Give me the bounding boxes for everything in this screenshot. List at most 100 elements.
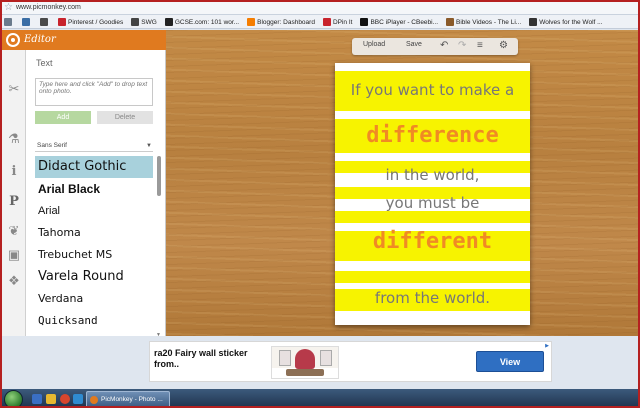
media-icon[interactable] xyxy=(73,394,83,404)
frame-icon[interactable]: ▣ xyxy=(5,246,23,264)
text-panel: Text Add Delete Sans Serif ▼ Didact Goth… xyxy=(26,50,166,338)
delete-button[interactable]: Delete xyxy=(97,111,153,124)
undo-icon[interactable]: ↶ xyxy=(440,39,448,53)
bookmark-favicon-icon xyxy=(164,18,173,26)
bookmark-label: SWG xyxy=(141,18,157,26)
bookmark-favicon-icon xyxy=(4,18,12,26)
text-p-icon[interactable]: P xyxy=(5,193,23,211)
chrome-icon[interactable] xyxy=(60,394,70,404)
bookmark-item[interactable]: Pinterest / Goodies xyxy=(56,15,124,28)
gear-icon[interactable]: ⚙ xyxy=(499,39,508,53)
editor-toolbar: Upload Save ↶ ↷ ≡ ⚙ xyxy=(352,38,518,55)
save-button[interactable]: Save xyxy=(406,41,422,48)
font-item[interactable]: Tahoma xyxy=(35,222,153,244)
bookmark-favicon-icon xyxy=(322,18,331,26)
text-tool-icon[interactable]: i xyxy=(5,163,23,181)
panel-label: Text xyxy=(36,58,53,68)
font-item[interactable]: Varela Round xyxy=(35,266,153,288)
taskbar-picmonkey[interactable]: PicMonkey - Photo ... xyxy=(86,391,170,406)
bookmark-label: DPin It xyxy=(332,18,353,26)
ad-sofa xyxy=(286,369,324,376)
ad-text[interactable]: ra20 Fairy wall sticker from.. xyxy=(154,348,266,370)
font-list: Didact Gothic Arial Black Arial Tahoma Trebu… xyxy=(35,156,153,334)
star-icon[interactable]: ☆ xyxy=(4,2,13,14)
ad-frame-left xyxy=(279,350,291,366)
browser-window: ☆ www.picmonkey.com Pinterest / Goodies S… xyxy=(0,0,640,408)
bookmark-item[interactable] xyxy=(20,15,32,28)
upload-button[interactable]: Upload xyxy=(363,41,385,48)
bookmarks-bar: Pinterest / Goodies SWG GCSE.com: 101 wor.… xyxy=(2,15,638,29)
bookmark-label: GCSE.com: 101 wor... xyxy=(174,18,240,26)
bookmark-favicon-icon xyxy=(131,18,140,26)
bookmark-label: Pinterest / Goodies xyxy=(68,18,124,26)
yellow-stripe xyxy=(335,271,530,283)
add-button[interactable]: Add xyxy=(35,111,91,124)
quote-line-4[interactable]: you must be xyxy=(335,194,530,212)
dropdown-arrow-icon: ▼ xyxy=(146,143,152,149)
editor-header: Editor xyxy=(2,30,166,50)
font-item[interactable]: Trebuchet MS xyxy=(35,244,153,266)
quote-line-1[interactable]: If you want to make a xyxy=(335,81,530,99)
quote-line-2[interactable]: difference xyxy=(335,123,530,148)
explorer-icon[interactable] xyxy=(46,394,56,404)
font-item[interactable]: Verdana xyxy=(35,288,153,310)
bookmark-item[interactable]: SWG xyxy=(129,15,157,28)
bookmark-item[interactable]: Bible Videos - The Li... xyxy=(444,15,522,28)
butterfly-icon[interactable]: ❦ xyxy=(5,222,23,240)
picmonkey-task-icon xyxy=(90,396,98,404)
ad-image[interactable] xyxy=(271,346,339,379)
view-button[interactable]: View xyxy=(476,351,544,372)
yellow-stripe xyxy=(335,211,530,223)
font-category-value: Sans Serif xyxy=(37,142,67,149)
bookmark-favicon-icon xyxy=(529,18,538,26)
ie-icon[interactable] xyxy=(32,394,42,404)
scissors-icon[interactable]: ✂ xyxy=(5,80,23,98)
bookmark-favicon-icon xyxy=(22,18,30,26)
task-label: PicMonkey - Photo ... xyxy=(101,396,163,403)
font-category-select[interactable]: Sans Serif ▼ xyxy=(35,140,153,152)
bookmark-item[interactable]: BBC iPlayer - CBeebi... xyxy=(358,15,439,28)
scroll-down-icon[interactable]: ▼ xyxy=(156,332,161,338)
picmonkey-logo-icon[interactable] xyxy=(6,33,20,47)
font-list-scrollbar[interactable]: ▼ xyxy=(156,156,161,338)
texture-icon[interactable]: ❖ xyxy=(5,272,23,290)
bookmark-item[interactable] xyxy=(2,15,14,28)
bookmark-label: Blogger: Dashboard xyxy=(257,18,315,26)
redo-icon[interactable]: ↷ xyxy=(458,39,466,53)
address-bar[interactable]: ☆ www.picmonkey.com xyxy=(2,2,638,15)
ad-frame-right xyxy=(320,350,332,366)
bookmark-item[interactable]: Blogger: Dashboard xyxy=(245,15,315,28)
taskbar: PicMonkey - Photo ... xyxy=(2,389,638,406)
bookmark-label: Wolves for the Wolf ... xyxy=(539,18,603,26)
url-text[interactable]: www.picmonkey.com xyxy=(16,3,81,13)
bookmark-favicon-icon xyxy=(58,18,66,26)
ad-banner[interactable]: ra20 Fairy wall sticker from.. View ▶ xyxy=(149,341,552,382)
bookmark-favicon-icon xyxy=(40,18,48,26)
tool-rail: ✂ ⚗ i P ❦ ▣ ❖ xyxy=(2,50,26,336)
start-orb-icon[interactable] xyxy=(4,390,23,406)
text-input[interactable] xyxy=(35,78,153,106)
bookmark-favicon-icon xyxy=(446,18,455,26)
quote-line-5[interactable]: different xyxy=(335,229,530,254)
bookmark-item[interactable]: DPin It xyxy=(321,15,353,28)
bookmark-label: BBC iPlayer - CBeebi... xyxy=(370,18,439,26)
quote-line-3[interactable]: in the world, xyxy=(335,166,530,184)
design-card[interactable]: If you want to make a difference in the … xyxy=(335,63,530,325)
bookmark-item[interactable]: GCSE.com: 101 wor... xyxy=(163,15,240,28)
font-item[interactable]: Quicksand xyxy=(35,310,153,332)
font-item[interactable]: Arial xyxy=(35,200,153,222)
adchoices-icon[interactable]: ▶ xyxy=(545,343,549,349)
bookmark-item[interactable] xyxy=(38,15,50,28)
flask-icon[interactable]: ⚗ xyxy=(5,130,23,148)
font-item[interactable]: Arial Black xyxy=(35,178,153,200)
scrollbar-thumb[interactable] xyxy=(157,156,161,196)
quote-line-6[interactable]: from the world. xyxy=(335,289,530,307)
font-item[interactable]: Didact Gothic xyxy=(35,156,153,178)
fairy-sticker-icon xyxy=(295,349,315,369)
bookmark-favicon-icon xyxy=(360,18,369,26)
bookmark-favicon-icon xyxy=(247,18,256,26)
editor-title: Editor xyxy=(24,34,56,45)
bookmark-item[interactable]: Wolves for the Wolf ... xyxy=(527,15,603,28)
bookmark-label: Bible Videos - The Li... xyxy=(456,18,522,26)
layers-icon[interactable]: ≡ xyxy=(477,39,483,53)
